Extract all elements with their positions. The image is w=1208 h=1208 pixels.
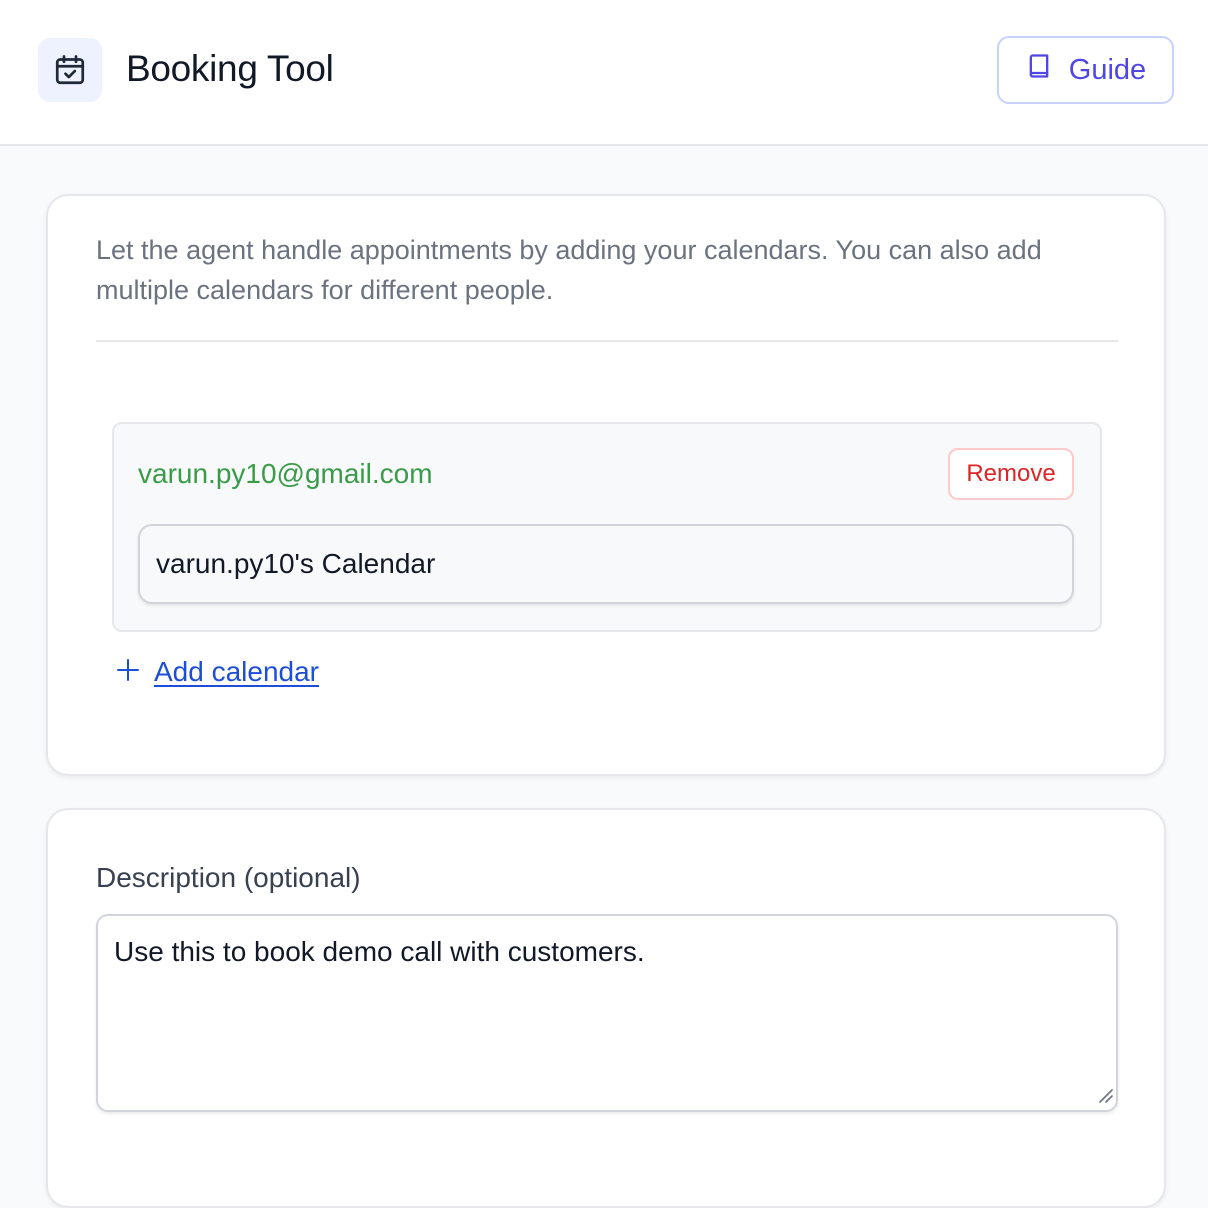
book-icon	[1025, 51, 1053, 89]
calendars-intro-text: Let the agent handle appointments by add…	[96, 235, 1042, 305]
calendar-name-input[interactable]	[138, 524, 1074, 604]
add-calendar-link[interactable]: Add calendar	[116, 656, 319, 688]
description-card: Description (optional) Use this to book …	[46, 808, 1166, 1208]
remove-calendar-button[interactable]: Remove	[948, 448, 1074, 500]
plus-icon	[116, 658, 140, 687]
calendars-card: Let the agent handle appointments by add…	[46, 194, 1166, 776]
guide-button[interactable]: Guide	[997, 36, 1174, 104]
description-textarea[interactable]: Use this to book demo call with customer…	[96, 914, 1118, 1112]
description-label: Description (optional)	[96, 862, 361, 893]
page-title: Booking Tool	[126, 48, 334, 89]
add-calendar-label: Add calendar	[154, 656, 320, 687]
calendar-check-icon	[38, 38, 102, 102]
calendar-entry: varun.py10@gmail.com Remove	[112, 422, 1102, 632]
app-header: Booking Tool Guide	[0, 0, 1208, 146]
resize-handle-icon[interactable]	[1096, 1086, 1114, 1104]
divider	[96, 340, 1118, 342]
calendar-email: varun.py10@gmail.com	[138, 458, 433, 489]
guide-button-label: Guide	[1068, 53, 1147, 86]
